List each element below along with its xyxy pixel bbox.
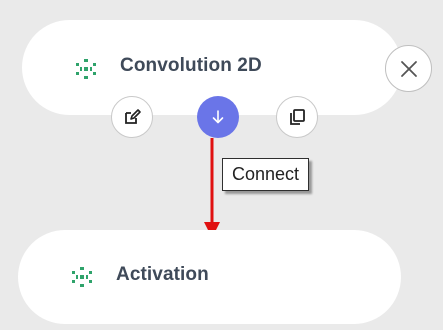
- network-icon: [72, 267, 92, 287]
- edit-icon: [125, 109, 141, 124]
- node-label: Convolution 2D: [120, 55, 262, 76]
- arrow-down-icon: [212, 110, 224, 124]
- close-icon: [400, 60, 417, 77]
- copy-button[interactable]: [276, 96, 318, 138]
- node-activation[interactable]: Activation: [18, 230, 401, 324]
- connect-tooltip: Connect: [222, 158, 310, 191]
- edit-button[interactable]: [111, 96, 153, 138]
- close-button[interactable]: [385, 45, 432, 92]
- copy-icon: [290, 109, 305, 125]
- connect-button[interactable]: [197, 96, 239, 138]
- network-icon: [76, 59, 96, 79]
- node-label: Activation: [116, 264, 209, 285]
